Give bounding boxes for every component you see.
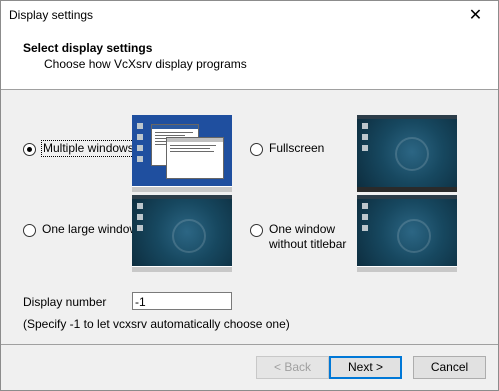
radio-one-window-no-titlebar[interactable] xyxy=(250,224,263,237)
close-icon[interactable]: ✕ xyxy=(453,1,498,31)
label-fullscreen: Fullscreen xyxy=(269,141,325,155)
label-one-window-no-titlebar: One window without titlebar xyxy=(269,222,346,252)
title-bar: Display settings ✕ xyxy=(1,1,498,31)
label-line-1: One window xyxy=(269,222,336,236)
display-number-hint: (Specify -1 to let vcxsrv automatically … xyxy=(23,317,290,331)
wizard-header: Select display settings Choose how VcXsr… xyxy=(1,31,498,90)
option-multiple-windows[interactable]: Multiple windows xyxy=(23,140,136,157)
preview-fullscreen xyxy=(357,115,457,192)
cancel-button[interactable]: Cancel xyxy=(413,356,486,379)
window-title: Display settings xyxy=(9,8,94,22)
back-button[interactable]: < Back xyxy=(256,356,329,379)
preview-multiple-windows xyxy=(132,115,232,192)
label-line-2: without titlebar xyxy=(269,237,347,251)
page-subtitle: Choose how VcXsrv display programs xyxy=(44,57,247,71)
display-number-label: Display number xyxy=(23,295,107,309)
radio-multiple-windows[interactable] xyxy=(23,143,36,156)
label-multiple-windows: Multiple windows xyxy=(41,140,136,157)
label-one-large-window: One large window xyxy=(42,222,139,236)
display-number-input[interactable]: -1 xyxy=(132,292,232,310)
dialog-window: Display settings ✕ Select display settin… xyxy=(0,0,499,391)
radio-one-large-window[interactable] xyxy=(23,224,36,237)
option-one-large-window[interactable]: One large window xyxy=(23,222,138,237)
preview-one-window-no-titlebar xyxy=(357,195,457,272)
footer-divider xyxy=(1,344,498,345)
next-button[interactable]: Next > xyxy=(329,356,402,379)
radio-fullscreen[interactable] xyxy=(250,143,263,156)
preview-one-large-window xyxy=(132,195,232,272)
page-title: Select display settings xyxy=(23,41,153,55)
option-fullscreen[interactable]: Fullscreen xyxy=(250,141,324,156)
option-one-window-no-titlebar[interactable]: One window without titlebar xyxy=(250,222,346,252)
